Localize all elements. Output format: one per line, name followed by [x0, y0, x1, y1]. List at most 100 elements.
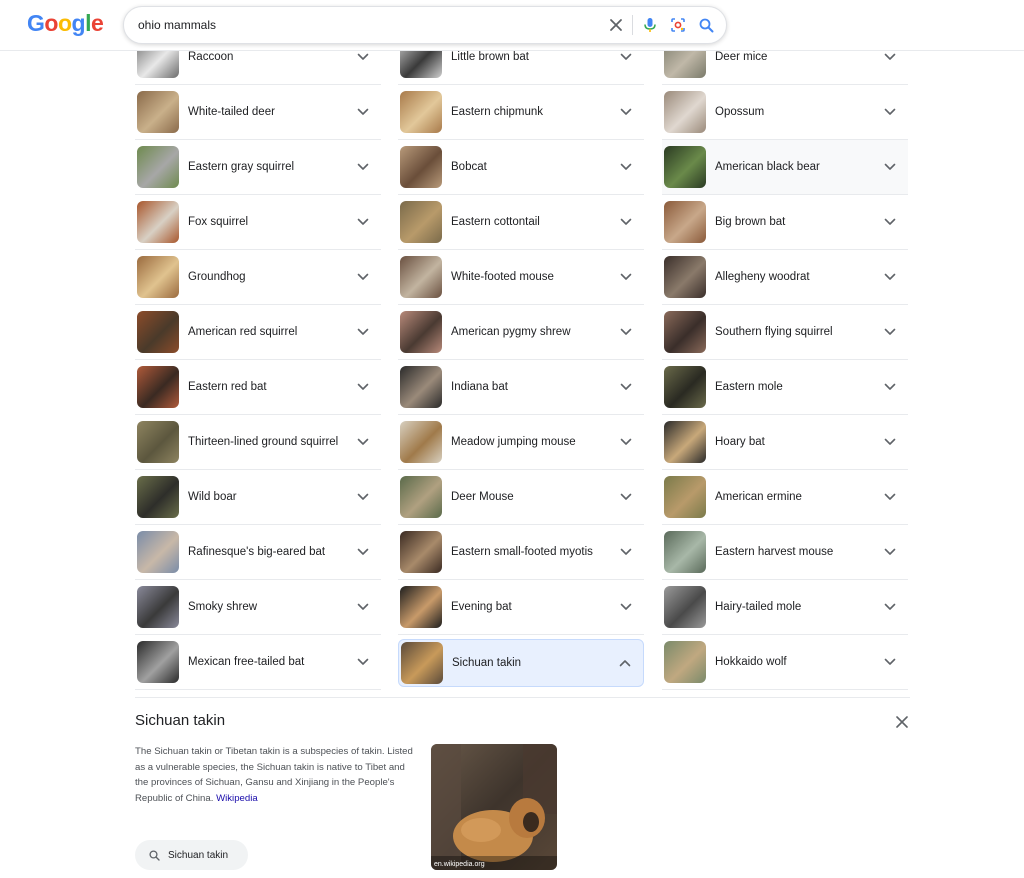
search-chip[interactable]: Sichuan takin — [135, 840, 248, 870]
chevron-down-icon — [353, 322, 373, 342]
chevron-down-icon — [616, 542, 636, 562]
mammal-name: Indiana bat — [451, 381, 508, 393]
lens-icon[interactable] — [668, 15, 688, 35]
mammal-item[interactable]: Southern flying squirrel — [662, 305, 908, 360]
chevron-down-icon — [880, 102, 900, 122]
mammal-thumbnail — [137, 641, 179, 683]
mammal-name: Wild boar — [188, 491, 237, 503]
mammal-name: Southern flying squirrel — [715, 326, 833, 338]
chevron-down-icon — [880, 322, 900, 342]
chevron-down-icon — [353, 542, 373, 562]
chevron-down-icon — [353, 377, 373, 397]
close-icon[interactable] — [606, 15, 626, 35]
chevron-down-icon — [880, 267, 900, 287]
mammal-name: Raccoon — [188, 51, 234, 63]
mammal-item[interactable]: Hairy-tailed mole — [662, 580, 908, 635]
mammal-name: Eastern harvest mouse — [715, 546, 834, 558]
detail-close-icon[interactable] — [891, 711, 913, 733]
mammal-name: Big brown bat — [715, 216, 786, 228]
mammal-item[interactable]: Sichuan takin — [398, 639, 644, 687]
mammal-column-1: Raccoon White-tailed deer Eastern gray squ… — [135, 30, 381, 690]
search-box[interactable] — [123, 6, 727, 44]
mammal-item[interactable]: Fox squirrel — [135, 195, 381, 250]
chevron-down-icon — [616, 432, 636, 452]
chevron-down-icon — [616, 597, 636, 617]
chevron-down-icon — [880, 652, 900, 672]
takin-image[interactable]: en.wikipedia.org — [431, 744, 557, 870]
mammal-item[interactable]: American pygmy shrew — [398, 305, 644, 360]
mammal-item[interactable]: Eastern cottontail — [398, 195, 644, 250]
mammal-item[interactable]: Eastern gray squirrel — [135, 140, 381, 195]
mammal-item[interactable]: Eastern red bat — [135, 360, 381, 415]
chevron-down-icon — [616, 157, 636, 177]
mammal-item[interactable]: Groundhog — [135, 250, 381, 305]
mammal-name: Rafinesque's big-eared bat — [188, 546, 326, 558]
mammal-thumbnail — [664, 146, 706, 188]
mammal-name: Eastern red bat — [188, 381, 267, 393]
mammal-item[interactable]: Eastern chipmunk — [398, 85, 644, 140]
mammal-item[interactable]: Mexican free-tailed bat — [135, 635, 381, 690]
mammal-name: Hairy-tailed mole — [715, 601, 802, 613]
chevron-up-icon — [615, 653, 635, 673]
search-icon[interactable] — [696, 15, 716, 35]
mammal-thumbnail — [400, 91, 442, 133]
mammal-item[interactable]: Smoky shrew — [135, 580, 381, 635]
chevron-down-icon — [880, 432, 900, 452]
mammal-item[interactable]: Eastern small-footed myotis — [398, 525, 644, 580]
mammal-item[interactable]: Eastern mole — [662, 360, 908, 415]
search-divider — [632, 15, 633, 35]
mammal-thumbnail — [664, 91, 706, 133]
mammal-item[interactable]: Thirteen-lined ground squirrel — [135, 415, 381, 470]
mammal-thumbnail — [400, 311, 442, 353]
mammal-item[interactable]: Hoary bat — [662, 415, 908, 470]
mammal-thumbnail — [664, 256, 706, 298]
mammal-name: White-tailed deer — [188, 106, 275, 118]
mammal-item[interactable]: Big brown bat — [662, 195, 908, 250]
mic-icon[interactable] — [640, 15, 660, 35]
mammal-item[interactable]: Wild boar — [135, 470, 381, 525]
mammal-item[interactable]: Opossum — [662, 85, 908, 140]
mammal-item[interactable]: Indiana bat — [398, 360, 644, 415]
mammal-item[interactable]: American red squirrel — [135, 305, 381, 360]
header: Google — [0, 0, 1024, 51]
mammal-item[interactable]: White-tailed deer — [135, 85, 381, 140]
mammal-item[interactable]: Eastern harvest mouse — [662, 525, 908, 580]
search-input[interactable] — [138, 15, 578, 35]
google-logo[interactable]: Google — [27, 9, 104, 37]
detail-divider — [135, 697, 910, 698]
mammal-item[interactable]: American ermine — [662, 470, 908, 525]
mammal-name: Eastern cottontail — [451, 216, 540, 228]
mammal-name: Eastern gray squirrel — [188, 161, 295, 173]
mammal-item[interactable]: Rafinesque's big-eared bat — [135, 525, 381, 580]
chevron-down-icon — [353, 432, 373, 452]
chevron-down-icon — [353, 212, 373, 232]
mammal-name: Thirteen-lined ground squirrel — [188, 436, 339, 448]
mammal-item[interactable]: Hokkaido wolf — [662, 635, 908, 690]
chevron-down-icon — [880, 487, 900, 507]
mammal-thumbnail — [664, 311, 706, 353]
mammal-name: Sichuan takin — [452, 657, 522, 669]
wikipedia-link[interactable]: Wikipedia — [216, 793, 258, 804]
mammal-thumbnail — [400, 476, 442, 518]
mammal-thumbnail — [137, 146, 179, 188]
mammal-thumbnail — [400, 421, 442, 463]
mammal-thumbnail — [137, 311, 179, 353]
mammal-item[interactable]: Allegheny woodrat — [662, 250, 908, 305]
chevron-down-icon — [880, 542, 900, 562]
mammal-name: Evening bat — [451, 601, 512, 613]
mammal-item[interactable]: American black bear — [662, 140, 908, 195]
mammal-column-2: Little brown bat Eastern chipmunk Bobcat Ea… — [398, 30, 644, 687]
chevron-down-icon — [353, 652, 373, 672]
mammal-thumbnail — [664, 201, 706, 243]
chevron-down-icon — [616, 267, 636, 287]
image-source: en.wikipedia.org — [434, 861, 485, 868]
logo-letter: e — [90, 10, 104, 36]
mammal-name: Mexican free-tailed bat — [188, 656, 305, 668]
mammal-item[interactable]: Meadow jumping mouse — [398, 415, 644, 470]
mammal-item[interactable]: Bobcat — [398, 140, 644, 195]
mammal-item[interactable]: White-footed mouse — [398, 250, 644, 305]
mammal-item[interactable]: Deer Mouse — [398, 470, 644, 525]
mammal-name: Hokkaido wolf — [715, 656, 787, 668]
mammal-item[interactable]: Evening bat — [398, 580, 644, 635]
mammal-thumbnail — [400, 366, 442, 408]
